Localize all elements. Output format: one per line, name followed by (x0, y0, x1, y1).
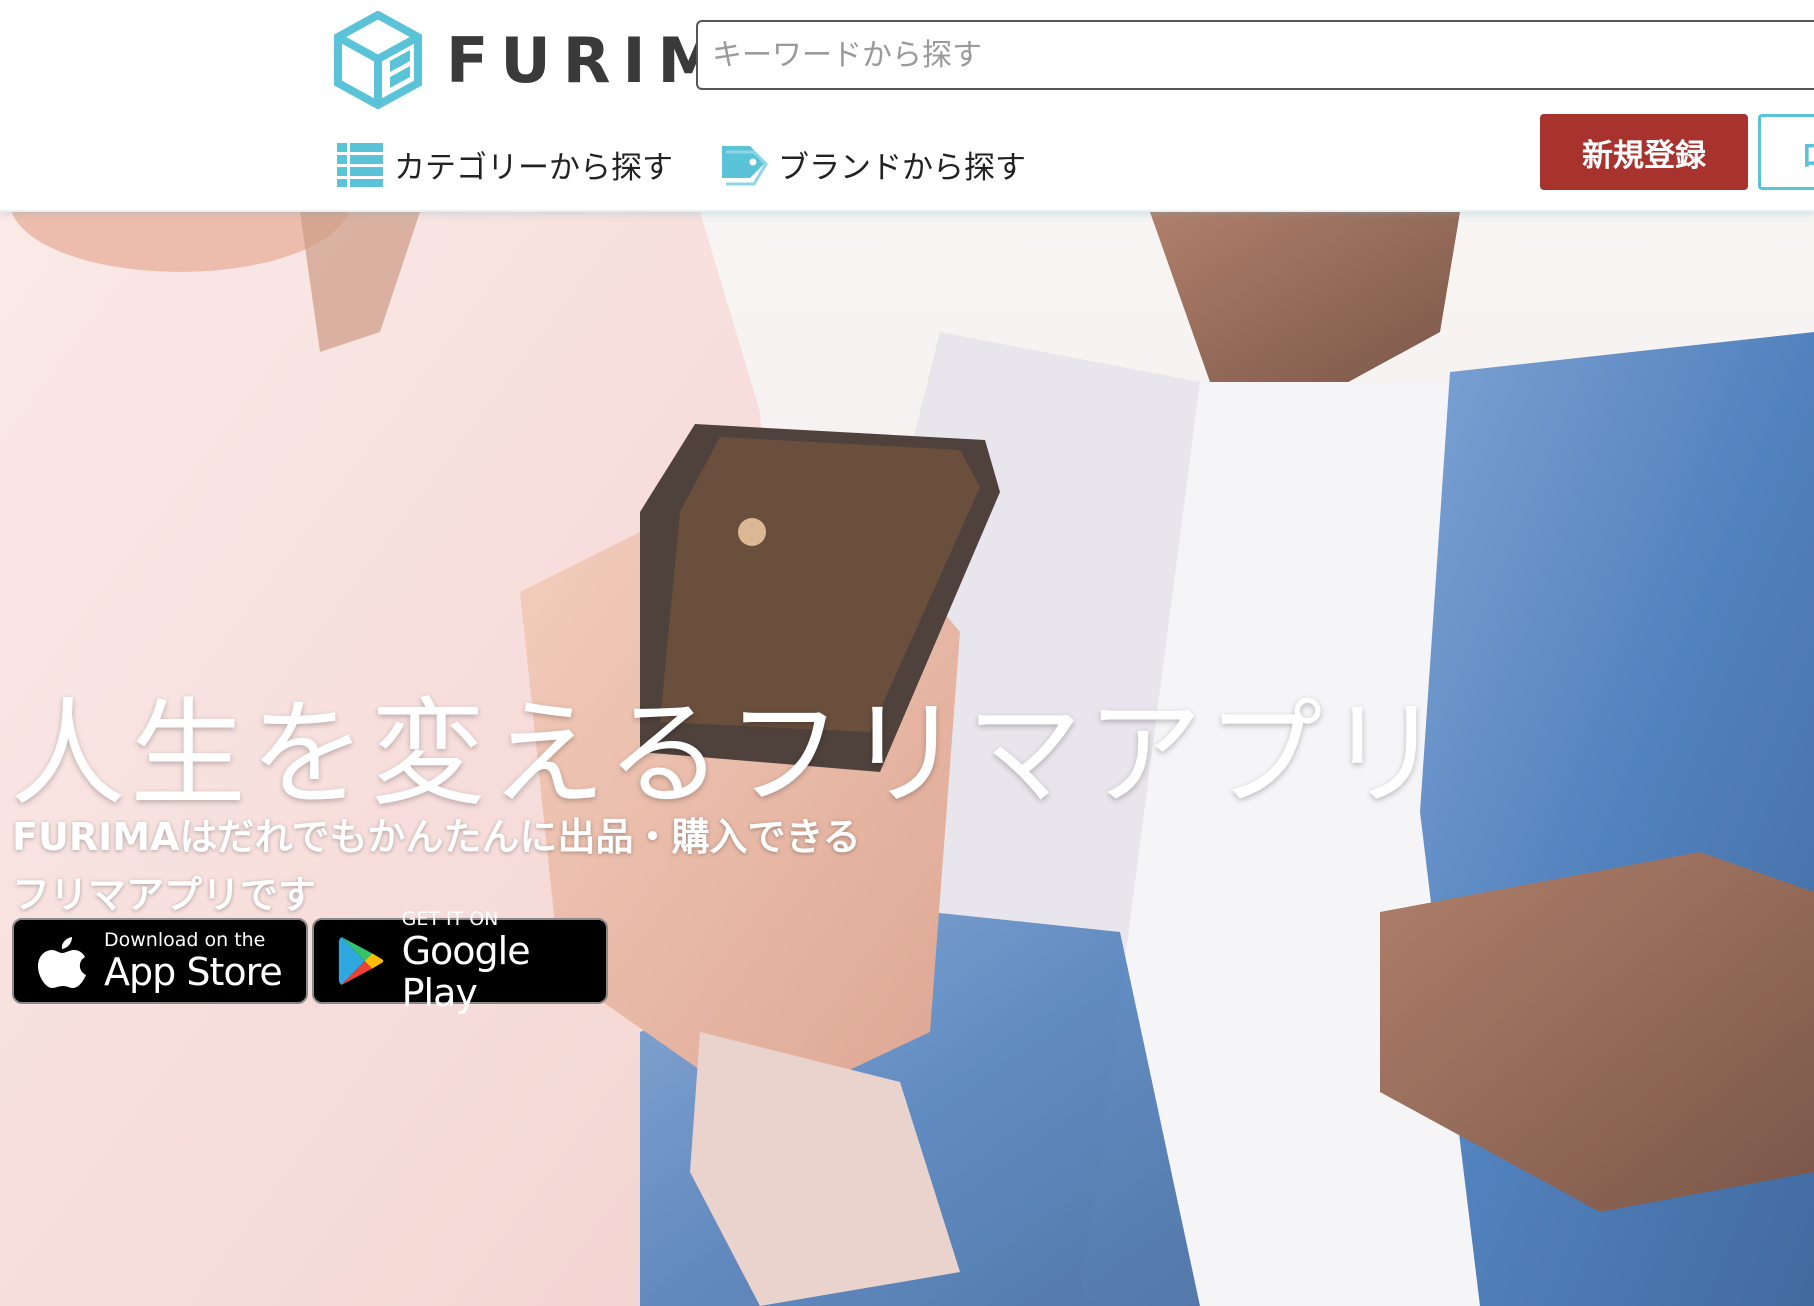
apple-icon (38, 937, 86, 988)
tag-icon (722, 146, 768, 186)
hero-banner: 人生を変えるフリマアプリ FURIMAはだれでもかんたんに出品・購入できる フリ… (0, 212, 1814, 1306)
list-icon (337, 143, 383, 187)
app-store-big-text: App Store (104, 950, 283, 994)
login-button[interactable]: ロ (1758, 114, 1814, 190)
nav-brands[interactable]: ブランドから探す (720, 138, 1026, 190)
google-play-icon (338, 937, 384, 985)
signup-button[interactable]: 新規登録 (1540, 114, 1748, 190)
site-header: FURIMA カテゴリーから探す ブランドから探す 新規登録 ロ (0, 0, 1814, 212)
google-play-badge[interactable]: GET IT ON Google Play (312, 908, 608, 1014)
nav-categories-label: カテゴリーから探す (394, 149, 673, 186)
google-play-big-text: Google Play (401, 929, 531, 1015)
hero-subtitle: FURIMAはだれでもかんたんに出品・購入できる フリマアプリです (12, 808, 861, 924)
nav-brands-label: ブランドから探す (778, 149, 1026, 186)
search-input[interactable] (696, 20, 1814, 90)
app-store-small-text: Download on the (104, 929, 266, 951)
nav-categories[interactable]: カテゴリーから探す (336, 138, 673, 190)
google-play-small-text: GET IT ON (401, 908, 499, 930)
cube-logo-icon (334, 11, 422, 109)
app-store-badge[interactable]: Download on the App Store (12, 918, 308, 1004)
hero-title: 人生を変えるフリマアプリ (10, 687, 1447, 822)
hero-subtitle-line1: FURIMAはだれでもかんたんに出品・購入できる (12, 815, 861, 859)
